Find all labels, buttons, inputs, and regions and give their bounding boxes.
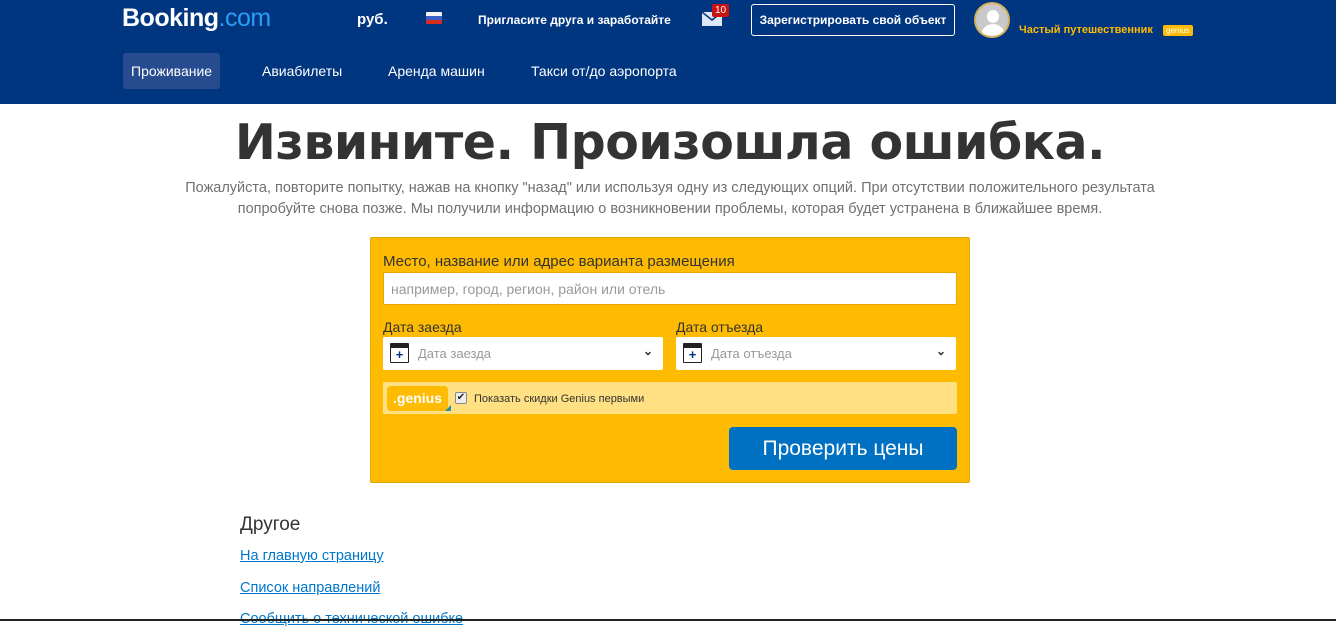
logo-main-text: Booking xyxy=(122,4,219,32)
user-level-label[interactable]: Частый путешественник xyxy=(1019,24,1153,36)
home-page-link[interactable]: На главную страницу xyxy=(240,548,384,564)
nav-tab-stays[interactable]: Проживание xyxy=(123,53,221,89)
user-silhouette-icon xyxy=(987,10,999,23)
error-description-line-1: Пожалуйста, повторите попытку, нажав на … xyxy=(185,180,1155,196)
russia-flag-icon[interactable] xyxy=(426,12,442,24)
error-title: Извините. Произошла ошибка. xyxy=(234,114,1106,171)
chevron-down-icon: ⌄ xyxy=(935,344,946,358)
destinations-list-link[interactable]: Список направлений xyxy=(240,580,380,596)
invite-friend-link[interactable]: Пригласите друга и заработайте xyxy=(478,13,671,27)
currency-selector[interactable]: руб. xyxy=(357,11,388,28)
checkin-placeholder: Дата заезда xyxy=(418,346,492,361)
error-description-line-2: попробуйте снова позже. Мы получили инфо… xyxy=(237,201,1103,217)
genius-filter-row: .genius ✔ Показать скидки Genius первыми xyxy=(383,382,957,414)
check-prices-button[interactable]: Проверить цены xyxy=(729,427,957,470)
genius-logo-text: .genius xyxy=(393,390,443,406)
checkout-label: Дата отъезда xyxy=(676,319,764,335)
genius-checkbox-label[interactable]: Показать скидки Genius первыми xyxy=(474,393,644,405)
calendar-icon: + xyxy=(683,343,702,363)
avatar[interactable] xyxy=(974,2,1010,38)
nav-tab-flights[interactable]: Авиабилеты xyxy=(254,53,350,89)
messages-count-badge: 10 xyxy=(712,4,730,17)
genius-badge: genius xyxy=(1163,25,1193,36)
genius-checkbox[interactable]: ✔ xyxy=(455,392,467,404)
logo-suffix-text: .com xyxy=(218,4,272,32)
destination-label: Место, название или адрес варианта разме… xyxy=(383,253,735,270)
checkin-date-field[interactable]: + Дата заезда ⌄ xyxy=(383,337,663,370)
other-section-title: Другое xyxy=(240,514,301,535)
nav-tab-airport-taxi[interactable]: Такси от/до аэропорта xyxy=(523,53,685,89)
booking-logo[interactable]: Booking.com xyxy=(122,4,271,33)
checkout-date-field[interactable]: + Дата отъезда ⌄ xyxy=(676,337,956,370)
nav-tab-car-rental[interactable]: Аренда машин xyxy=(380,53,493,89)
site-header: Booking.com руб. Пригласите друга и зара… xyxy=(0,0,1336,104)
genius-logo: .genius xyxy=(387,386,452,411)
search-form: Место, название или адрес варианта разме… xyxy=(370,237,970,483)
user-silhouette-body xyxy=(981,24,1005,36)
checkout-placeholder: Дата отъезда xyxy=(711,346,792,361)
register-property-button[interactable]: Зарегистрировать свой объект xyxy=(751,4,955,36)
chevron-down-icon: ⌄ xyxy=(642,344,653,358)
destination-input[interactable]: например, город, регион, район или отель xyxy=(383,272,957,305)
checkin-label: Дата заезда xyxy=(383,319,462,335)
calendar-icon: + xyxy=(390,343,409,363)
error-description: Пожалуйста, повторите попытку, нажав на … xyxy=(120,178,1220,220)
